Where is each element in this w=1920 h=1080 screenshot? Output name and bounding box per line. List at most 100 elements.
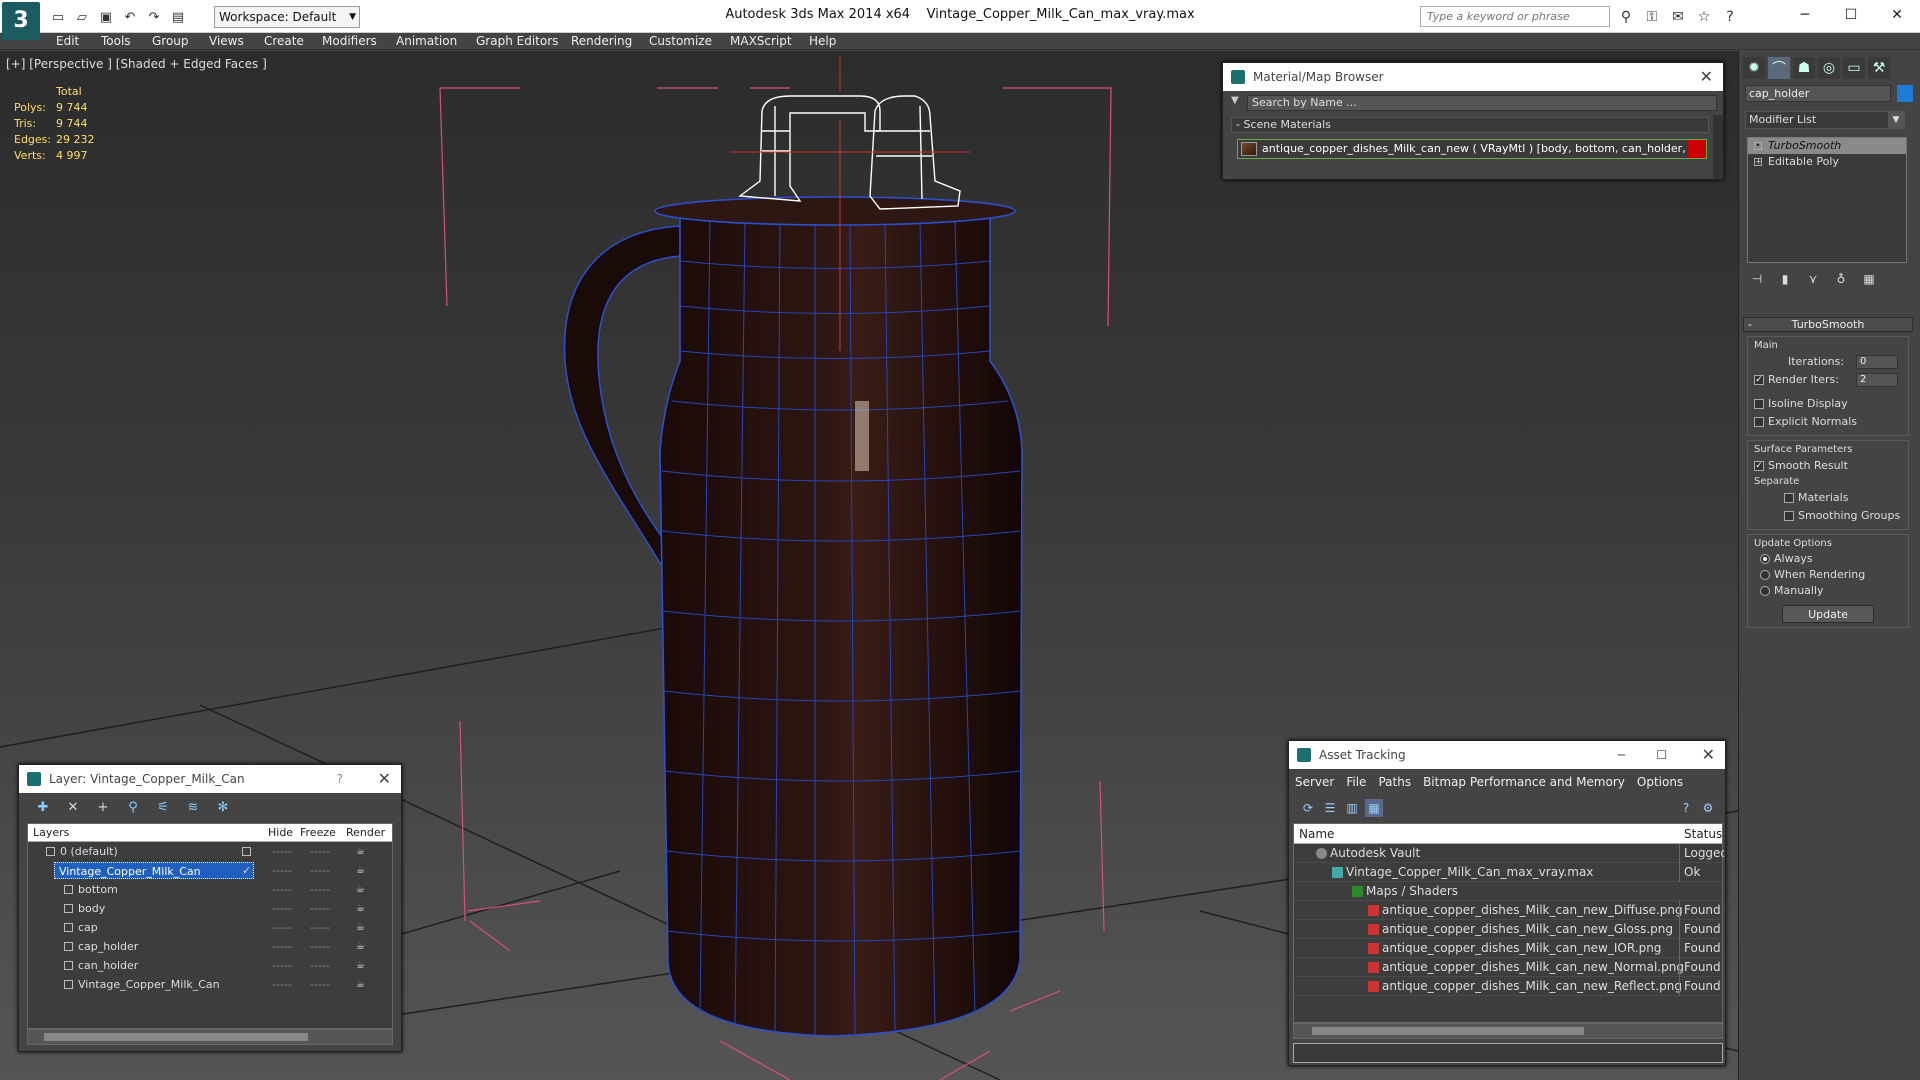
col-layers[interactable]: Layers [33,826,69,839]
hide-toggle[interactable]: ----- [272,956,292,975]
hierarchy-tab-icon[interactable]: ☗ [1793,57,1815,79]
teapot-render-icon[interactable]: ☕ [356,918,365,937]
teapot-render-icon[interactable]: ☕ [356,975,365,994]
minimize-icon[interactable]: ─ [1782,0,1828,30]
material-search-input[interactable]: Search by Name ... [1247,95,1717,111]
horizontal-scrollbar[interactable] [27,1029,393,1045]
list-view-icon[interactable]: ☰ [1321,799,1339,817]
col-status[interactable]: Status [1684,827,1722,841]
rollout-header[interactable]: - TurboSmooth [1743,317,1913,332]
freeze-toggle[interactable]: ----- [310,880,330,899]
menu-server[interactable]: Server [1295,775,1334,789]
checkmark-icon[interactable]: ✓ [242,861,251,880]
redo-icon[interactable]: ↷ [144,7,164,27]
stack-item-turbosmooth[interactable]: • TurboSmooth [1748,138,1906,154]
menu-file[interactable]: File [1346,775,1366,789]
tree-view-icon[interactable]: ▥ [1343,799,1361,817]
lightbulb-icon[interactable]: • [1754,142,1762,150]
freeze-toggle[interactable]: ----- [310,975,330,994]
layer-row[interactable]: body ----- ----- ☕ [28,899,392,918]
close-icon[interactable]: ✕ [1700,63,1713,91]
binoculars-icon[interactable]: ⚲ [1616,7,1636,27]
refresh-icon[interactable]: ⟳ [1299,799,1317,817]
scrollbar-thumb[interactable] [1312,1027,1584,1035]
material-item[interactable]: antique_copper_dishes_Milk_can_new ( VRa… [1237,139,1707,159]
maximize-icon[interactable]: ☐ [1656,741,1667,769]
hide-toggle[interactable]: ----- [272,861,292,880]
menu-paths[interactable]: Paths [1378,775,1411,789]
settings-icon[interactable]: ⚙ [1699,799,1717,817]
communication-icon[interactable]: ✉ [1668,7,1688,27]
minimize-icon[interactable]: ─ [1618,741,1625,769]
close-icon[interactable]: ✕ [1702,741,1715,769]
select-objects-icon[interactable]: ⚲ [123,797,143,817]
help-icon[interactable]: ? [1677,799,1695,817]
freeze-toggle[interactable]: ----- [310,937,330,956]
create-layer-icon[interactable]: ✚ [33,797,53,817]
modifier-list-dropdown[interactable]: Modifier List ▼ [1745,111,1905,129]
make-unique-icon[interactable]: ⋎ [1803,269,1823,289]
panel-title-bar[interactable]: Asset Tracking ─ ☐ ✕ [1289,741,1725,769]
menu-tools[interactable]: Tools [101,34,131,48]
hide-all-layers-icon[interactable]: ≋ [183,797,203,817]
menu-bitmap-performance[interactable]: Bitmap Performance and Memory [1423,775,1625,789]
scrollbar[interactable] [1713,115,1723,179]
utilities-tab-icon[interactable]: ⚒ [1868,57,1890,79]
new-file-icon[interactable]: ▭ [48,7,68,27]
col-hide[interactable]: Hide [268,826,293,839]
freeze-all-layers-icon[interactable]: ✻ [213,797,233,817]
render-iters-spinner[interactable]: 2 [1856,373,1898,387]
always-radio[interactable] [1760,554,1770,564]
freeze-toggle[interactable]: ----- [310,956,330,975]
hide-toggle[interactable]: ----- [272,899,292,918]
asset-row[interactable]: antique_copper_dishes_Milk_can_new_Norma… [1294,958,1722,977]
menu-options[interactable]: Options [1637,775,1683,789]
help-button[interactable]: ? [337,765,343,793]
menu-graph-editors[interactable]: Graph Editors [476,34,558,48]
when-rendering-radio[interactable] [1760,570,1770,580]
project-folder-icon[interactable]: ▤ [168,7,188,27]
pin-stack-icon[interactable]: ⊣ [1747,269,1767,289]
viewport-label[interactable]: [+] [Perspective ] [Shaded + Edged Faces… [6,57,267,71]
layer-row[interactable]: Vintage_Copper_Milk_Can ----- ----- ☕ [28,975,392,994]
asset-row[interactable]: Maps / Shaders [1294,882,1722,901]
col-render[interactable]: Render [346,826,385,839]
isoline-checkbox[interactable] [1754,399,1764,409]
menu-help[interactable]: Help [809,34,836,48]
asset-path-field[interactable] [1293,1043,1723,1063]
display-tab-icon[interactable]: ▭ [1843,57,1865,79]
subscription-icon[interactable]: ⚿ [1642,7,1662,27]
add-to-layer-icon[interactable]: + [93,797,113,817]
asset-row[interactable]: antique_copper_dishes_Milk_can_new_Diffu… [1294,901,1722,920]
asset-row[interactable]: antique_copper_dishes_Milk_can_new_IOR.p… [1294,939,1722,958]
active-layer-icon[interactable] [242,847,251,856]
update-button[interactable]: Update [1782,605,1874,623]
asset-row[interactable]: Vintage_Copper_Milk_Can_max_vray.max Ok [1294,863,1722,882]
keyword-search-input[interactable] [1420,6,1610,27]
object-name-field[interactable]: cap_holder [1745,85,1891,102]
teapot-render-icon[interactable]: ☕ [356,861,365,880]
layer-row[interactable]: can_holder ----- ----- ☕ [28,956,392,975]
hide-toggle[interactable]: ----- [272,842,292,861]
iterations-spinner[interactable]: 0 [1856,355,1898,369]
motion-tab-icon[interactable]: ◎ [1818,57,1840,79]
freeze-toggle[interactable]: ----- [310,842,330,861]
teapot-render-icon[interactable]: ☕ [356,842,365,861]
create-tab-icon[interactable]: ✹ [1743,57,1765,79]
undo-icon[interactable]: ↶ [120,7,140,27]
stack-item-editable-poly[interactable]: + Editable Poly [1748,154,1906,170]
highlight-layer-icon[interactable]: ⚟ [153,797,173,817]
menu-views[interactable]: Views [209,34,244,48]
manually-radio[interactable] [1760,586,1770,596]
hide-toggle[interactable]: ----- [272,880,292,899]
materials-checkbox[interactable] [1784,493,1794,503]
layer-row[interactable]: 0 (default) ----- ----- ☕ [28,842,392,861]
scrollbar-thumb[interactable] [44,1033,308,1041]
layer-row[interactable]: bottom ----- ----- ☕ [28,880,392,899]
asset-row[interactable]: Autodesk Vault Logged Out [1294,844,1724,863]
smooth-result-checkbox[interactable]: ✓ [1754,461,1764,471]
freeze-toggle[interactable]: ----- [310,899,330,918]
col-freeze[interactable]: Freeze [300,826,336,839]
3dsmax-logo-icon[interactable]: 3 [2,2,40,40]
object-color-swatch[interactable] [1897,85,1913,102]
